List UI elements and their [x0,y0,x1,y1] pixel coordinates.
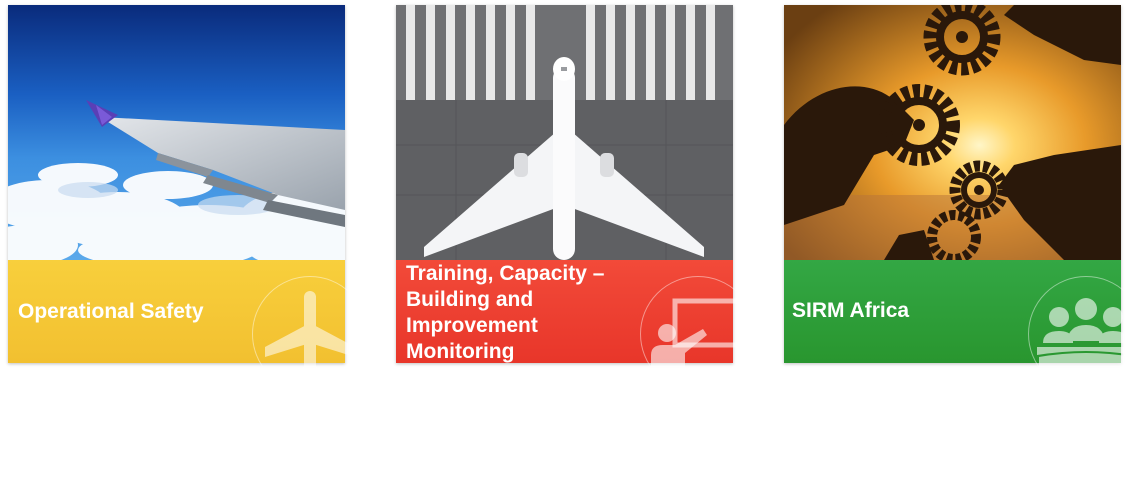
card-title: SIRM Africa [792,299,910,322]
card-image-gears-sunset [784,5,1121,260]
group-icon [1028,276,1144,392]
card-title: Operational Safety [18,300,204,323]
presentation-icon [640,276,756,392]
card-title: Training, Capacity – Building and Improv… [406,262,605,363]
airplane-icon [252,276,368,392]
card-image-airplane-wing [8,5,345,260]
card-image-runway-airplane [396,5,733,260]
